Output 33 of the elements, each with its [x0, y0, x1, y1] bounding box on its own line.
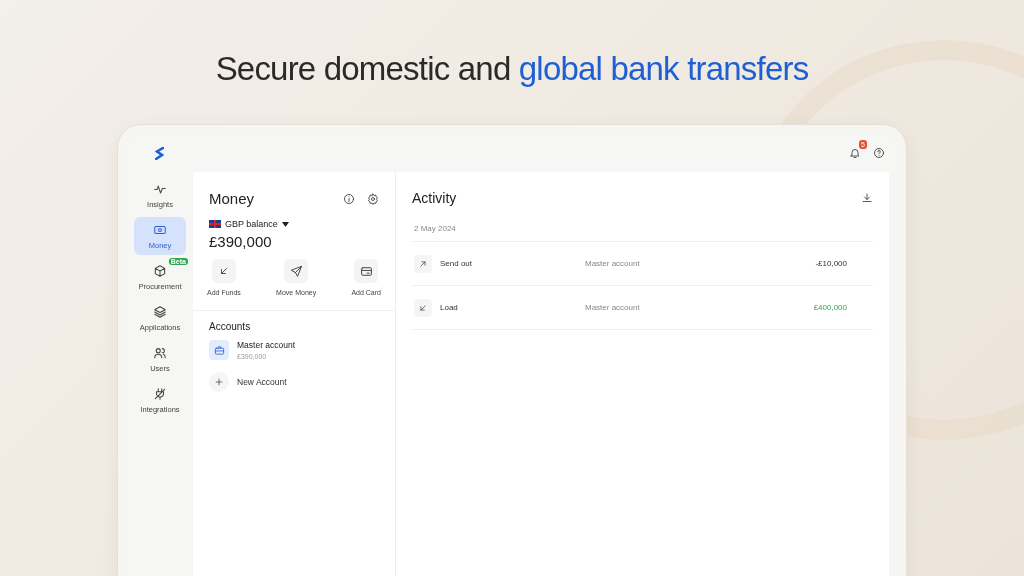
transaction-label: Send out	[440, 259, 474, 268]
arrow-down-left-icon	[418, 302, 428, 313]
download-icon	[861, 192, 873, 204]
briefcase-icon	[213, 344, 225, 356]
new-account-button[interactable]: New Account	[193, 360, 395, 404]
transaction-account: Master account	[585, 259, 641, 268]
balance-amount: £390,000	[208, 232, 273, 250]
transaction-amount: £400,000	[812, 303, 847, 312]
layers-icon	[153, 304, 167, 319]
bell-icon	[849, 147, 861, 159]
account-name[interactable]: Master account	[237, 340, 296, 350]
transaction-amount: -£10,000	[814, 259, 847, 268]
logo-icon	[155, 146, 164, 160]
info-icon	[343, 192, 355, 205]
send-icon	[289, 264, 303, 278]
transaction-label: Load	[440, 303, 459, 312]
balance-selector[interactable]: GBP balance	[225, 219, 278, 229]
headline: Secure domestic and global bank transfers	[214, 49, 810, 88]
cube-icon	[153, 263, 167, 278]
plug-icon	[153, 386, 167, 401]
help-icon	[873, 147, 885, 159]
transaction-account: Master account	[585, 303, 641, 312]
caret-icon	[281, 221, 289, 227]
panel-title: Activity	[412, 190, 457, 206]
section-title: Accounts	[208, 320, 252, 334]
card-icon	[359, 264, 373, 278]
arrow-up-right-icon	[418, 258, 428, 269]
plus-icon	[214, 377, 224, 387]
date-heading: 2 May 2024	[412, 206, 873, 242]
settings-icon	[367, 192, 379, 205]
panel-title: Money	[209, 190, 256, 207]
flag-icon	[209, 220, 221, 228]
users-icon	[153, 345, 167, 360]
